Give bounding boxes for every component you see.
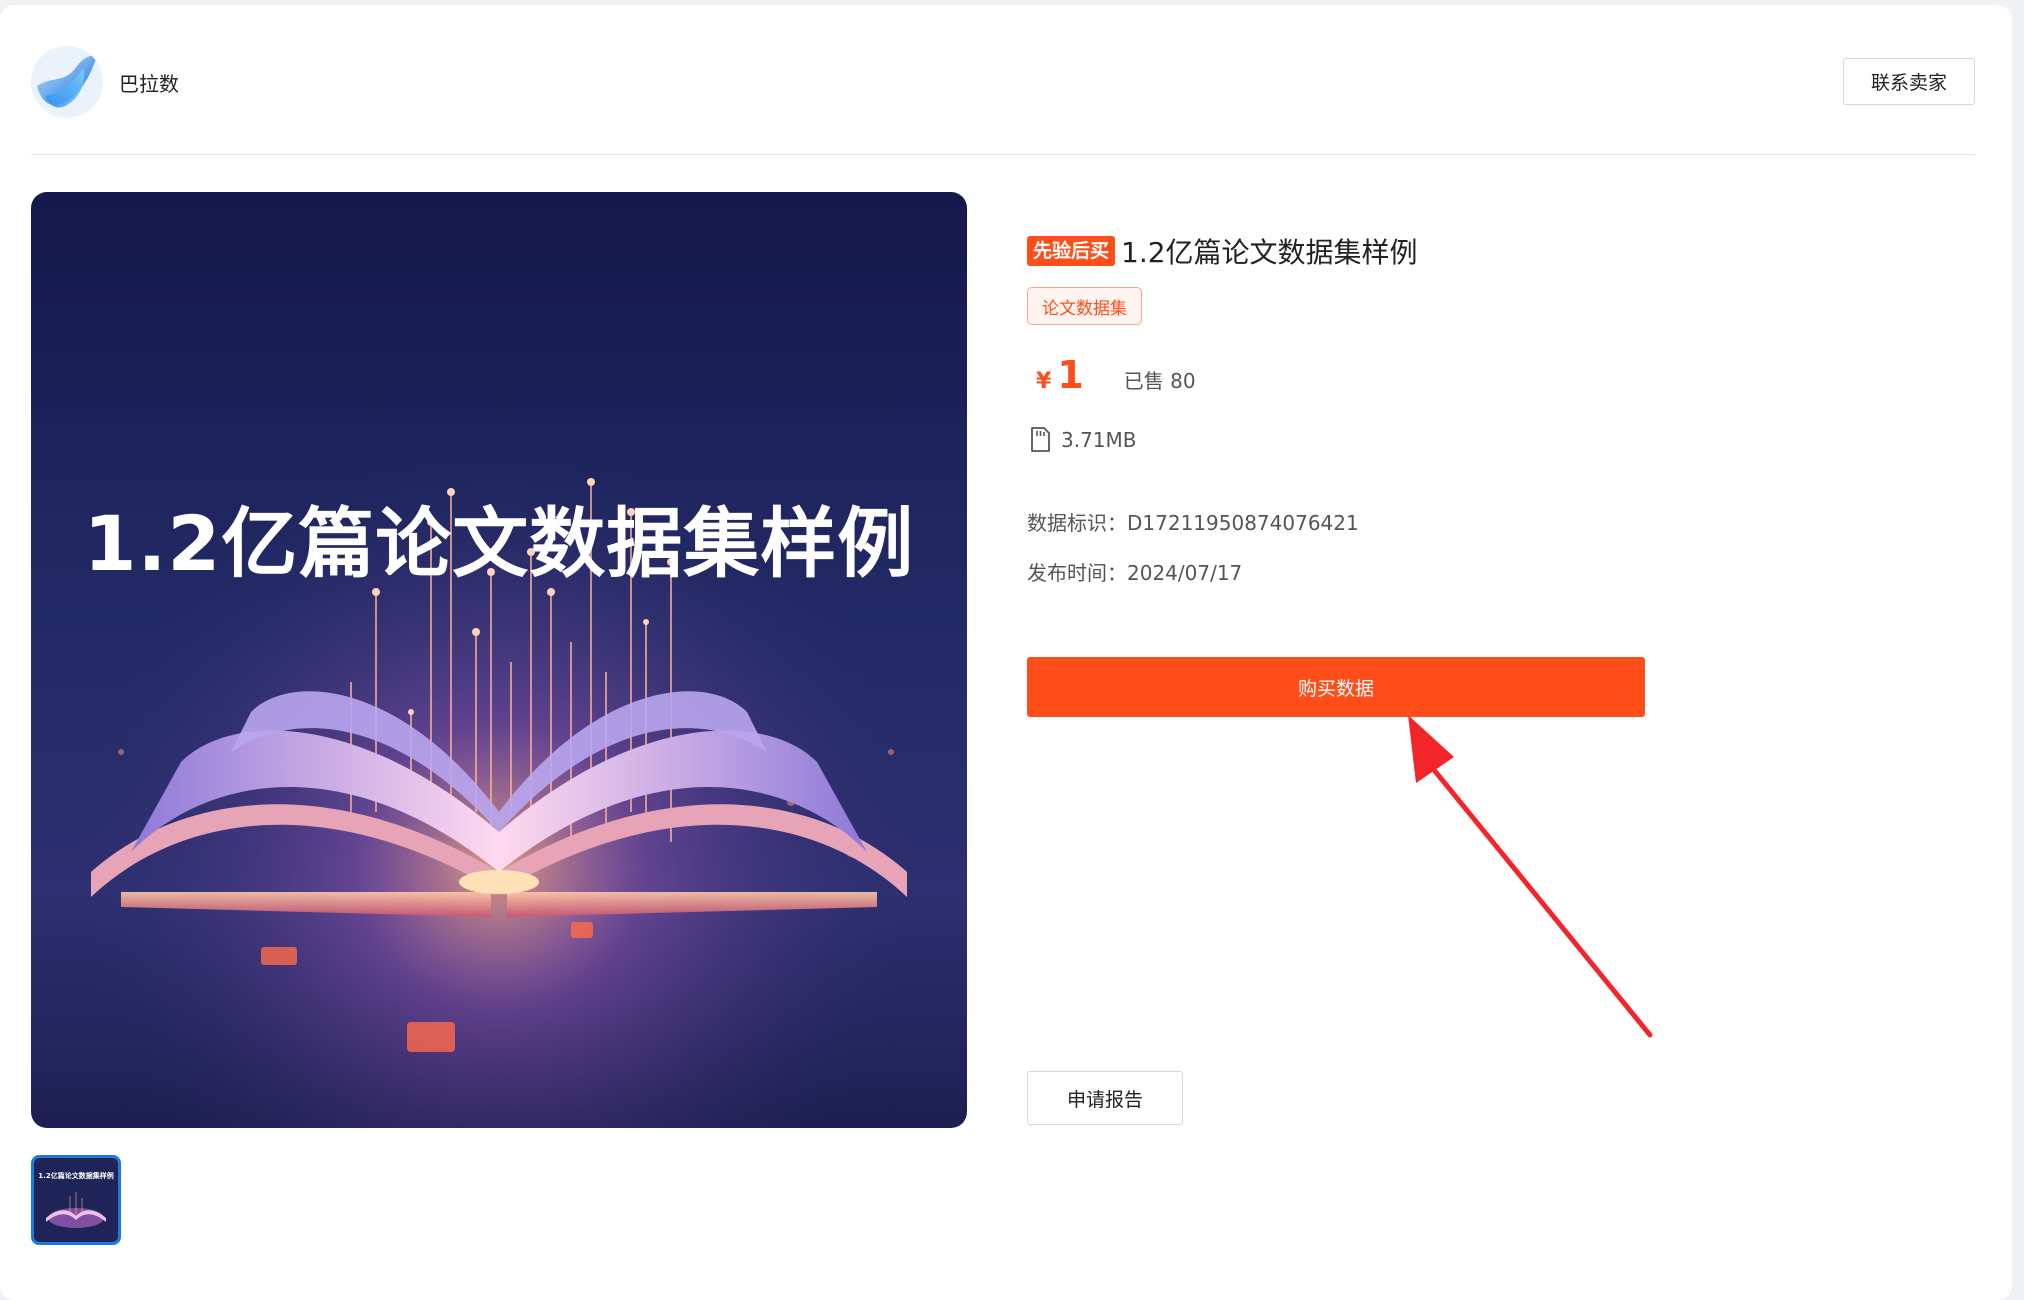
sold-count: 已售 80 — [1123, 369, 1196, 393]
price-row: ¥ 1 已售 80 — [1036, 353, 1196, 397]
data-id: 数据标识：D17211950874076421 — [1027, 511, 1359, 535]
bird-logo-icon — [31, 46, 103, 118]
open-book-illustration — [31, 192, 967, 1128]
thumbnail-1[interactable]: 1.2亿篇论文数据集样例 — [31, 1155, 121, 1245]
request-report-button[interactable]: 申请报告 — [1027, 1071, 1183, 1125]
seller-name[interactable]: 巴拉数 — [119, 68, 179, 97]
file-size: 3.71MB — [1061, 428, 1137, 452]
publish-date: 发布时间：2024/07/17 — [1027, 561, 1243, 585]
category-tag[interactable]: 论文数据集 — [1027, 287, 1142, 325]
product-card: 巴拉数 联系卖家 1.2亿篇论文数据集样例 1.2亿篇论文数据集样例 先验后买 … — [0, 5, 2012, 1300]
cover-title-text: 1.2亿篇论文数据集样例 — [83, 499, 915, 588]
seller-avatar[interactable] — [31, 46, 103, 118]
seller-info[interactable]: 巴拉数 — [31, 46, 179, 118]
header-divider — [31, 154, 1975, 155]
thumbnail-cover-text: 1.2亿篇论文数据集样例 — [38, 1172, 114, 1180]
annotation-arrow — [1408, 715, 1653, 1038]
product-title: 1.2亿篇论文数据集样例 — [1121, 236, 1418, 269]
currency-symbol: ¥ — [1036, 369, 1052, 394]
product-title-row: 先验后买 1.2亿篇论文数据集样例 — [1027, 231, 1418, 271]
sd-card-icon — [1031, 427, 1050, 452]
price-value: 1 — [1057, 353, 1084, 397]
contact-seller-button[interactable]: 联系卖家 — [1843, 58, 1975, 105]
promo-badge: 先验后买 — [1027, 236, 1116, 266]
product-cover-image: 1.2亿篇论文数据集样例 — [31, 192, 967, 1128]
file-size-row: 3.71MB — [1029, 427, 1137, 453]
